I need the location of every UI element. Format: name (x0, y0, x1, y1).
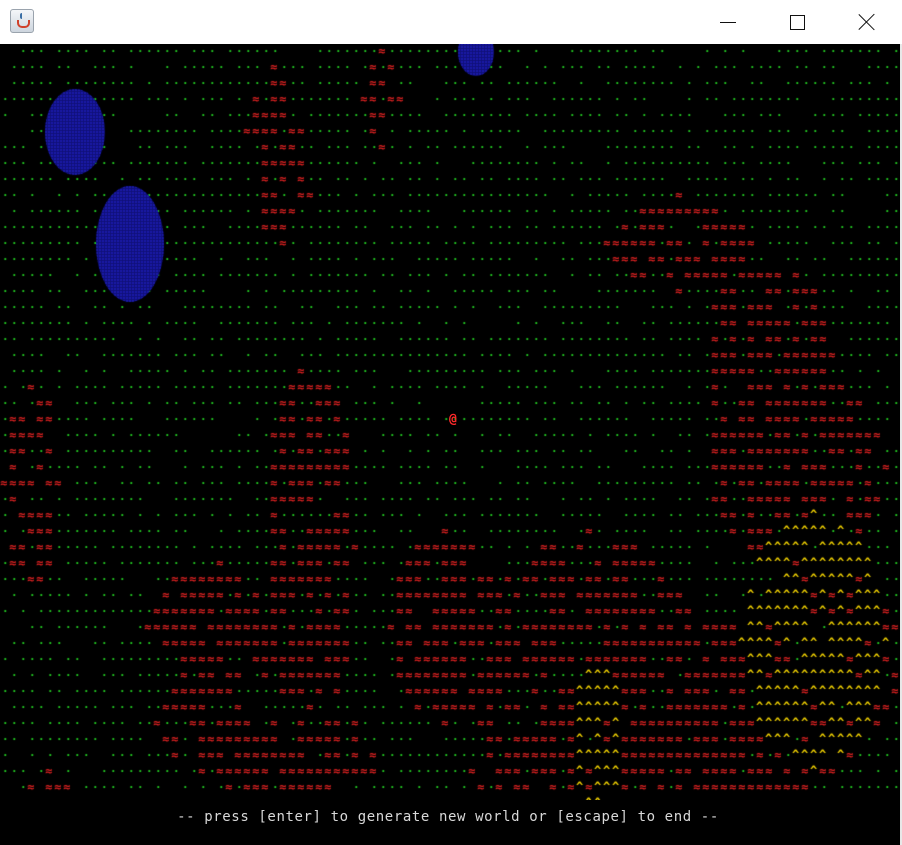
close-icon (858, 13, 876, 31)
minimize-button[interactable] (705, 0, 751, 44)
minimize-icon (720, 21, 736, 23)
world-map[interactable]: @ (0, 44, 900, 800)
maximize-icon (789, 14, 805, 30)
instruction-text: -- press [enter] to generate new world o… (177, 809, 719, 825)
java-cup-icon[interactable] (10, 9, 34, 33)
status-bar: -- press [enter] to generate new world o… (0, 800, 900, 840)
title-bar (0, 0, 902, 45)
player-marker: @ (449, 412, 457, 427)
close-button[interactable] (844, 0, 890, 44)
maximize-button[interactable] (774, 0, 820, 44)
